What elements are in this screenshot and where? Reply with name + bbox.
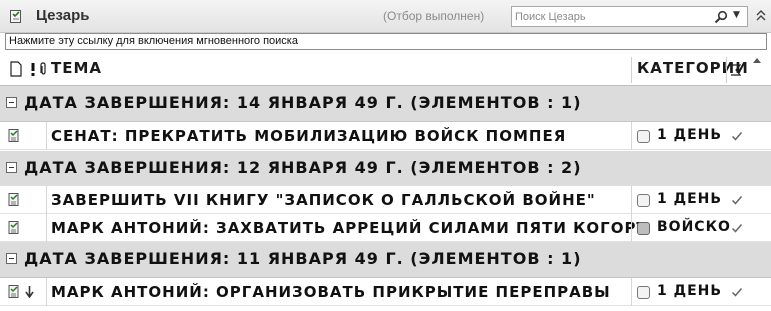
task-category[interactable]: 1 день [657,191,722,207]
subject-column-header[interactable]: Тема [51,59,102,77]
task-row[interactable]: Завершить VII книгу "Записок о Галльской… [0,186,771,214]
task-subject[interactable]: Марк Антоний: организовать прикрытие пер… [51,283,611,301]
category-color-box [637,222,650,235]
row-divider [46,214,47,242]
row-divider [631,278,632,306]
collapse-toggle-icon[interactable] [6,162,17,173]
task-list-icon [10,10,21,23]
group-label: Дата завершения: 11 января 49 г. (Элемен… [24,249,582,268]
item-type-icon[interactable] [10,61,22,77]
row-divider [46,278,47,306]
task-category[interactable]: 1 день [657,127,722,143]
category-color-box [637,130,650,143]
window-title: Цезарь [36,7,90,24]
task-subject[interactable]: Марк Антоний: Захватить Арреций силами п… [51,219,648,237]
low-importance-arrow-icon [25,286,34,298]
row-divider [46,186,47,214]
search-box[interactable]: ▼ [511,6,748,27]
flag-status-icon[interactable] [729,61,741,77]
task-subject[interactable]: Сенат: прекратить мобилизацию войск Помп… [51,127,566,145]
complete-check-icon[interactable] [731,194,743,206]
task-icon [8,129,19,142]
row-divider [631,214,632,242]
task-row[interactable]: Марк Антоний: организовать прикрытие пер… [0,278,771,306]
complete-check-icon[interactable] [731,286,743,298]
task-row[interactable]: Сенат: прекратить мобилизацию войск Помп… [0,122,771,150]
category-color-box [637,194,650,207]
group-label: Дата завершения: 12 января 49 г. (Элемен… [24,158,582,177]
task-subject[interactable]: Завершить VII книгу "Записок о Галльской… [51,191,596,209]
attachment-icon[interactable] [37,61,49,77]
task-icon [8,285,19,298]
row-divider [631,186,632,214]
group-label: Дата завершения: 14 января 49 г. (Элемен… [24,93,582,112]
collapse-toggle-icon[interactable] [6,253,17,264]
chevron-up-icon[interactable] [756,9,766,21]
collapse-toggle-icon[interactable] [6,97,17,108]
column-divider[interactable] [726,57,727,83]
search-icon[interactable] [714,10,728,24]
filter-status: (Отбор выполнен) [383,9,485,23]
search-options-dropdown-icon[interactable]: ▼ [733,10,740,20]
search-input[interactable] [512,7,707,26]
instant-search-link[interactable]: Нажмите эту ссылку для включения мгновен… [5,33,767,50]
task-category[interactable]: 1 день [657,283,722,299]
window-title-bar: Цезарь (Отбор выполнен) ▼ [0,0,771,33]
column-divider[interactable] [631,57,632,83]
group-header[interactable]: Дата завершения: 14 января 49 г. (Элемен… [0,86,771,122]
category-color-box [637,286,650,299]
group-header[interactable]: Дата завершения: 11 января 49 г. (Элемен… [0,242,771,278]
complete-check-icon[interactable] [731,222,743,234]
task-row[interactable]: Марк Антоний: Захватить Арреций силами п… [0,214,771,242]
row-divider [46,122,47,150]
column-header-row: Тема Категории [0,53,771,86]
complete-check-icon[interactable] [731,130,743,142]
scroll-up-arrow-icon[interactable] [752,56,762,64]
task-icon [8,221,19,234]
group-header[interactable]: Дата завершения: 12 января 49 г. (Элемен… [0,151,771,187]
task-icon [8,193,19,206]
row-divider [631,122,632,150]
task-category[interactable]: войско [657,219,731,235]
